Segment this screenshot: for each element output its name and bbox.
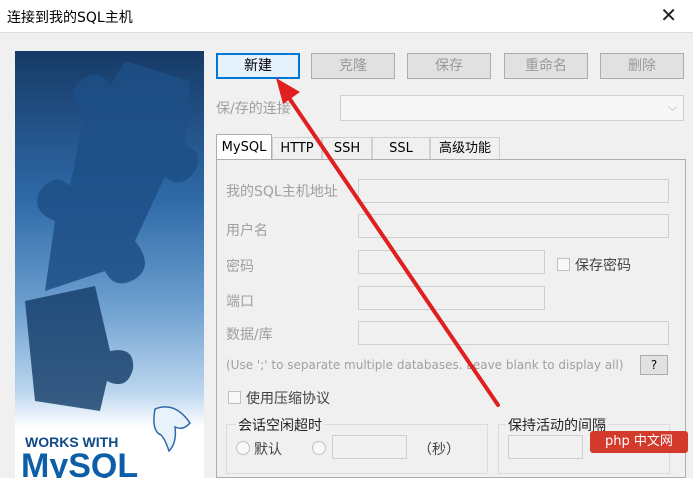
arrow-head-icon [276, 78, 300, 104]
annotation-arrow [276, 78, 500, 407]
